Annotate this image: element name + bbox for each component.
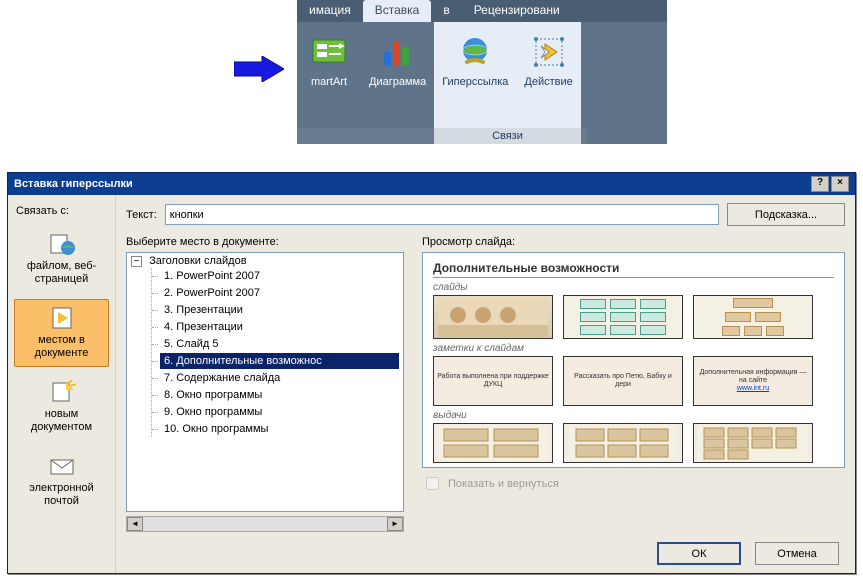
help-button[interactable]: ?	[811, 176, 829, 192]
scroll-right-button[interactable]: ►	[387, 517, 403, 531]
tree-root-label[interactable]: Заголовки слайдов	[149, 255, 247, 267]
preview-thumb	[693, 423, 813, 463]
preview-title: Дополнительные возможности	[433, 261, 834, 278]
link-to-sidebar: Связать с: файлом, веб-страницей местом …	[8, 195, 116, 573]
place-doc-icon	[48, 306, 76, 330]
tab-review[interactable]: Рецензировани	[462, 0, 572, 22]
action-label: Действие	[524, 76, 572, 88]
ok-button[interactable]: ОК	[657, 542, 741, 565]
chart-icon	[380, 34, 416, 70]
link-to-label: Связать с:	[14, 201, 109, 219]
slide-tree-item[interactable]: 4. Презентации	[160, 319, 399, 335]
action-icon	[531, 34, 567, 70]
new-doc-icon	[48, 380, 76, 404]
chart-button[interactable]: Диаграмма	[361, 26, 434, 128]
preview-label: Просмотр слайда:	[422, 236, 845, 248]
text-label: Текст:	[126, 209, 157, 221]
email-icon	[48, 454, 76, 478]
slide-tree-item[interactable]: 9. Окно программы	[160, 404, 399, 420]
linkto-email[interactable]: электронной почтой	[14, 447, 109, 515]
slide-tree-item[interactable]: 3. Презентации	[160, 302, 399, 318]
file-web-icon	[48, 232, 76, 256]
cancel-button[interactable]: Отмена	[755, 542, 839, 565]
slide-tree-item[interactable]: 1. PowerPoint 2007	[160, 268, 399, 284]
action-button[interactable]: Действие	[516, 26, 580, 128]
insert-hyperlink-dialog: Вставка гиперссылки ? × Связать с: файло…	[7, 172, 856, 574]
chart-label: Диаграмма	[369, 76, 426, 88]
close-button[interactable]: ×	[831, 176, 849, 192]
ribbon: имация Вставка в Рецензировани martArt Д…	[297, 0, 667, 144]
show-return-input	[426, 477, 439, 490]
dialog-titlebar: Вставка гиперссылки ? ×	[8, 173, 855, 195]
scroll-left-button[interactable]: ◄	[127, 517, 143, 531]
expand-toggle[interactable]: −	[131, 256, 142, 267]
tab-insert[interactable]: Вставка	[363, 0, 432, 22]
tab-v[interactable]: в	[431, 0, 461, 22]
hyperlink-button[interactable]: Гиперссылка	[434, 26, 516, 128]
preview-thumb: Рассказать про Петю, Бабку и дери	[563, 356, 683, 406]
tree-label: Выберите место в документе:	[126, 236, 404, 248]
tab-animation[interactable]: имация	[297, 0, 363, 22]
horizontal-scrollbar[interactable]: ◄ ►	[126, 516, 404, 532]
links-group-label: Связи	[434, 128, 581, 144]
dialog-title: Вставка гиперссылки	[14, 178, 133, 190]
display-text-input[interactable]	[165, 204, 719, 225]
smartart-icon	[311, 34, 347, 70]
preview-thumb	[563, 295, 683, 339]
slide-tree-item[interactable]: 6. Дополнительные возможнос	[160, 353, 399, 369]
slide-tree-item[interactable]: 2. PowerPoint 2007	[160, 285, 399, 301]
hyperlink-label: Гиперссылка	[442, 76, 508, 88]
illustrations-group-label	[297, 128, 434, 144]
slide-preview: Дополнительные возможности слайды	[422, 252, 845, 468]
slide-tree-item[interactable]: 8. Окно программы	[160, 387, 399, 403]
slide-tree-item[interactable]: 5. Слайд 5	[160, 336, 399, 352]
linkto-file-web[interactable]: файлом, веб-страницей	[14, 225, 109, 293]
preview-thumb: Дополнительная информация — на сайтеwww.…	[693, 356, 813, 406]
linkto-place-in-doc[interactable]: местом в документе	[14, 299, 109, 367]
preview-thumb	[693, 295, 813, 339]
preview-thumb	[433, 423, 553, 463]
preview-thumb	[563, 423, 683, 463]
slide-tree-item[interactable]: 7. Содержание слайда	[160, 370, 399, 386]
preview-thumb: Работа выполнена при поддержке ДУКЦ	[433, 356, 553, 406]
arrow-pointer	[234, 56, 284, 82]
show-and-return-checkbox: Показать и вернуться	[422, 474, 845, 493]
smartart-button[interactable]: martArt	[297, 26, 361, 128]
screentip-button[interactable]: Подсказка...	[727, 203, 845, 226]
preview-thumb	[433, 295, 553, 339]
smartart-label: martArt	[311, 76, 347, 88]
slide-tree-item[interactable]: 10. Окно программы	[160, 421, 399, 437]
linkto-new-doc[interactable]: новым документом	[14, 373, 109, 441]
globe-icon	[457, 34, 493, 70]
slides-tree[interactable]: − Заголовки слайдов 1. PowerPoint 20072.…	[126, 252, 404, 512]
